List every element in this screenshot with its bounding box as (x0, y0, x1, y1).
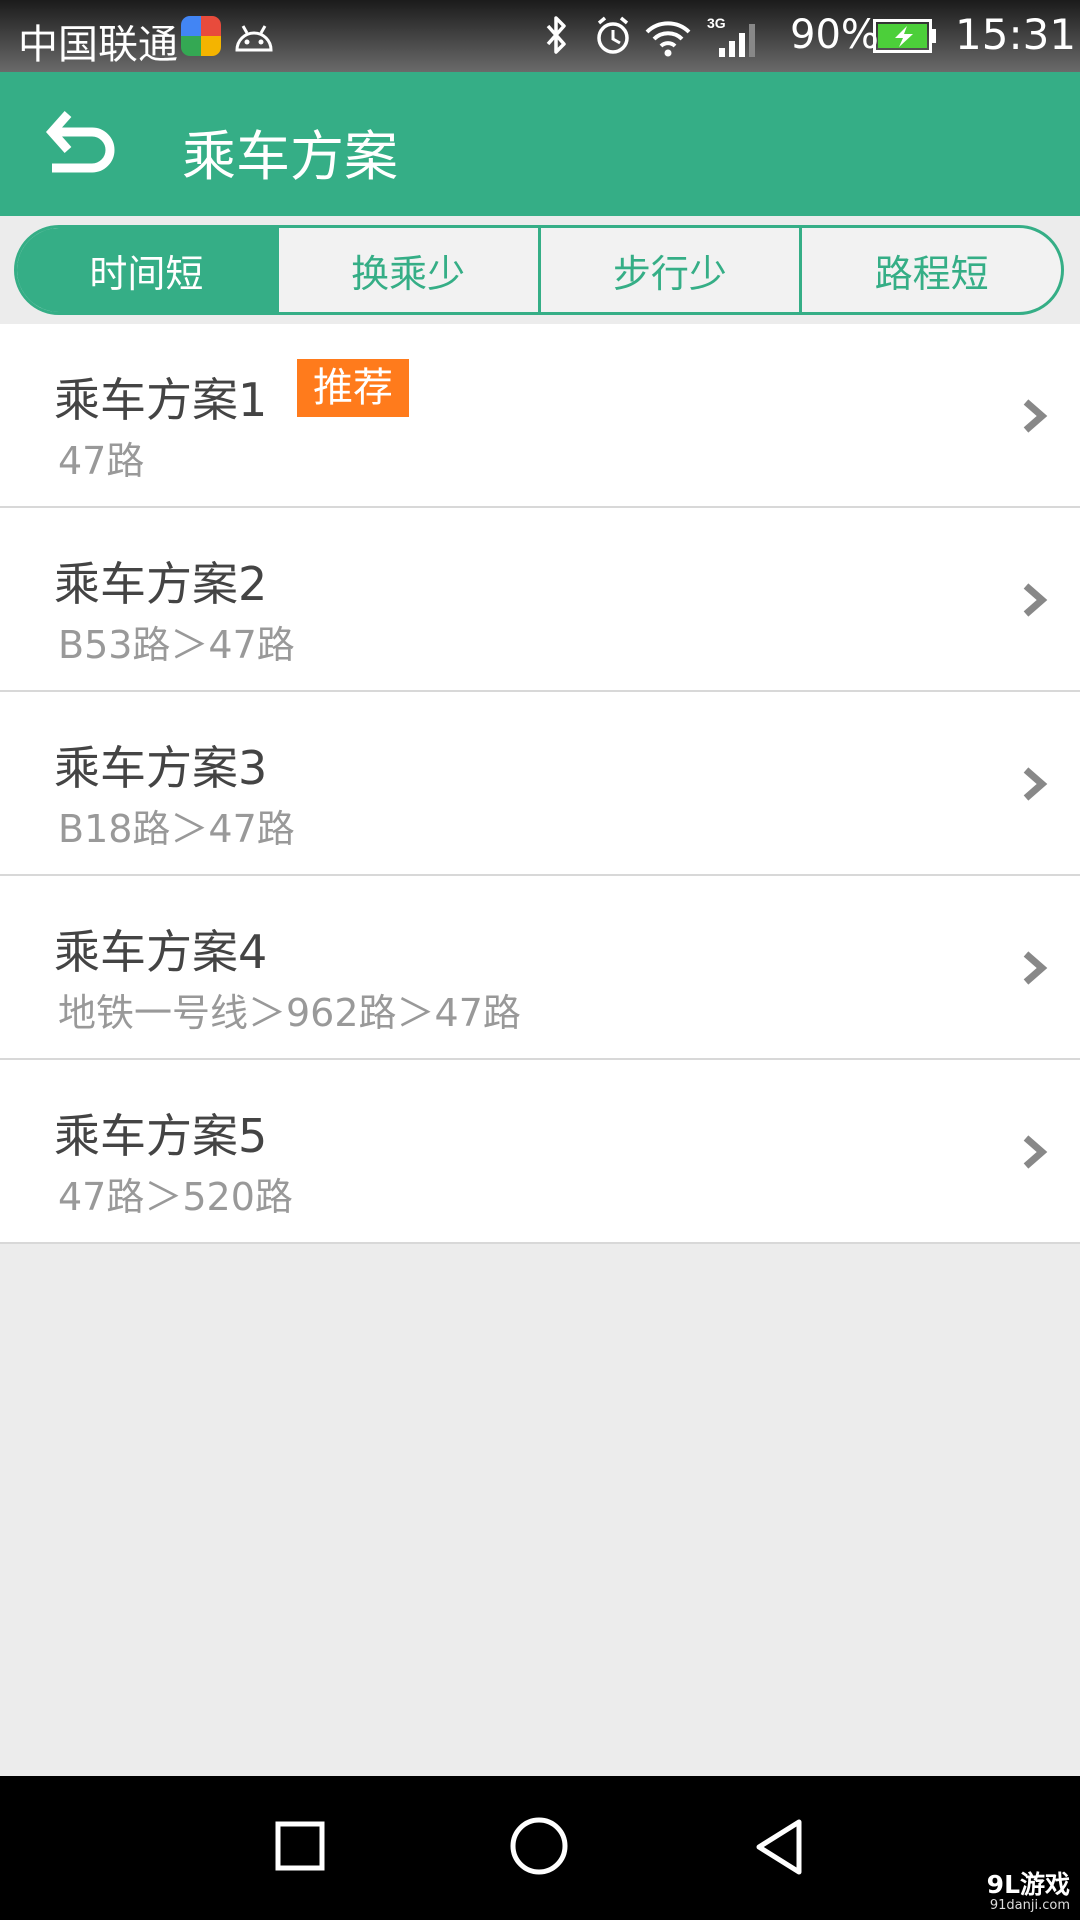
plan-route: 47路 (58, 439, 145, 483)
plan-title: 乘车方案4 (54, 925, 268, 979)
tab-least-walking[interactable]: 步行少 (537, 228, 800, 312)
tab-fewest-transfers[interactable]: 换乘少 (275, 228, 538, 312)
carrier-name: 中国联通 (18, 22, 178, 68)
clock: 15:31 (955, 10, 1077, 59)
watermark: 9L游戏 91danji.com (972, 1872, 1070, 1916)
recommended-badge: 推荐 (297, 359, 409, 417)
home-icon[interactable] (509, 1816, 569, 1876)
alarm-icon (597, 16, 629, 54)
list-item[interactable]: 乘车方案1 推荐 47路 (0, 324, 1080, 508)
status-icons: 3G (546, 15, 755, 57)
watermark-url: 91danji.com (989, 1898, 1070, 1913)
list-item[interactable]: 乘车方案2 B53路＞47路 (0, 508, 1080, 692)
plan-list: 乘车方案1 推荐 47路 乘车方案2 B53路＞47路 乘车方案3 B18路＞4… (0, 324, 1080, 1244)
chevron-right-icon (1023, 951, 1048, 985)
list-item[interactable]: 乘车方案3 B18路＞47路 (0, 692, 1080, 876)
list-item[interactable]: 乘车方案4 地铁一号线＞962路＞47路 (0, 876, 1080, 1060)
tab-shortest-distance[interactable]: 路程短 (799, 228, 1061, 312)
android-icon (235, 25, 273, 52)
recent-apps-icon[interactable] (274, 1820, 326, 1872)
back-icon[interactable] (753, 1818, 805, 1876)
system-nav-bar (0, 1776, 1080, 1920)
tab-shortest-time[interactable]: 时间短 (17, 228, 276, 312)
battery-charging-icon (873, 19, 936, 53)
plan-route: B53路＞47路 (58, 623, 295, 667)
plan-title: 乘车方案5 (54, 1109, 268, 1163)
sort-tabs: 时间短 换乘少 步行少 路程短 (14, 225, 1064, 315)
plan-title: 乘车方案3 (54, 741, 268, 795)
chevron-right-icon (1023, 583, 1048, 617)
battery-percent: 90% (790, 12, 879, 58)
network-type-label: 3G (707, 15, 726, 31)
app-bar: 乘车方案 (0, 72, 1080, 216)
plan-title: 乘车方案1 (54, 373, 268, 427)
chevron-right-icon (1023, 767, 1048, 801)
wifi-icon (645, 21, 691, 57)
list-item[interactable]: 乘车方案5 47路＞520路 (0, 1060, 1080, 1244)
plan-route: 47路＞520路 (58, 1175, 293, 1219)
watermark-logo: 9L游戏 (986, 1870, 1070, 1899)
back-arrow-icon[interactable] (42, 110, 122, 178)
chevron-right-icon (1023, 399, 1048, 433)
plan-route: 地铁一号线＞962路＞47路 (58, 991, 521, 1035)
status-bar: 中国联通 3G 90% 15:31 (0, 0, 1080, 72)
app-store-icon (181, 16, 221, 56)
plan-title: 乘车方案2 (54, 557, 268, 611)
bluetooth-icon (546, 16, 566, 54)
page-title: 乘车方案 (182, 125, 398, 188)
chevron-right-icon (1023, 1135, 1048, 1169)
plan-route: B18路＞47路 (58, 807, 295, 851)
